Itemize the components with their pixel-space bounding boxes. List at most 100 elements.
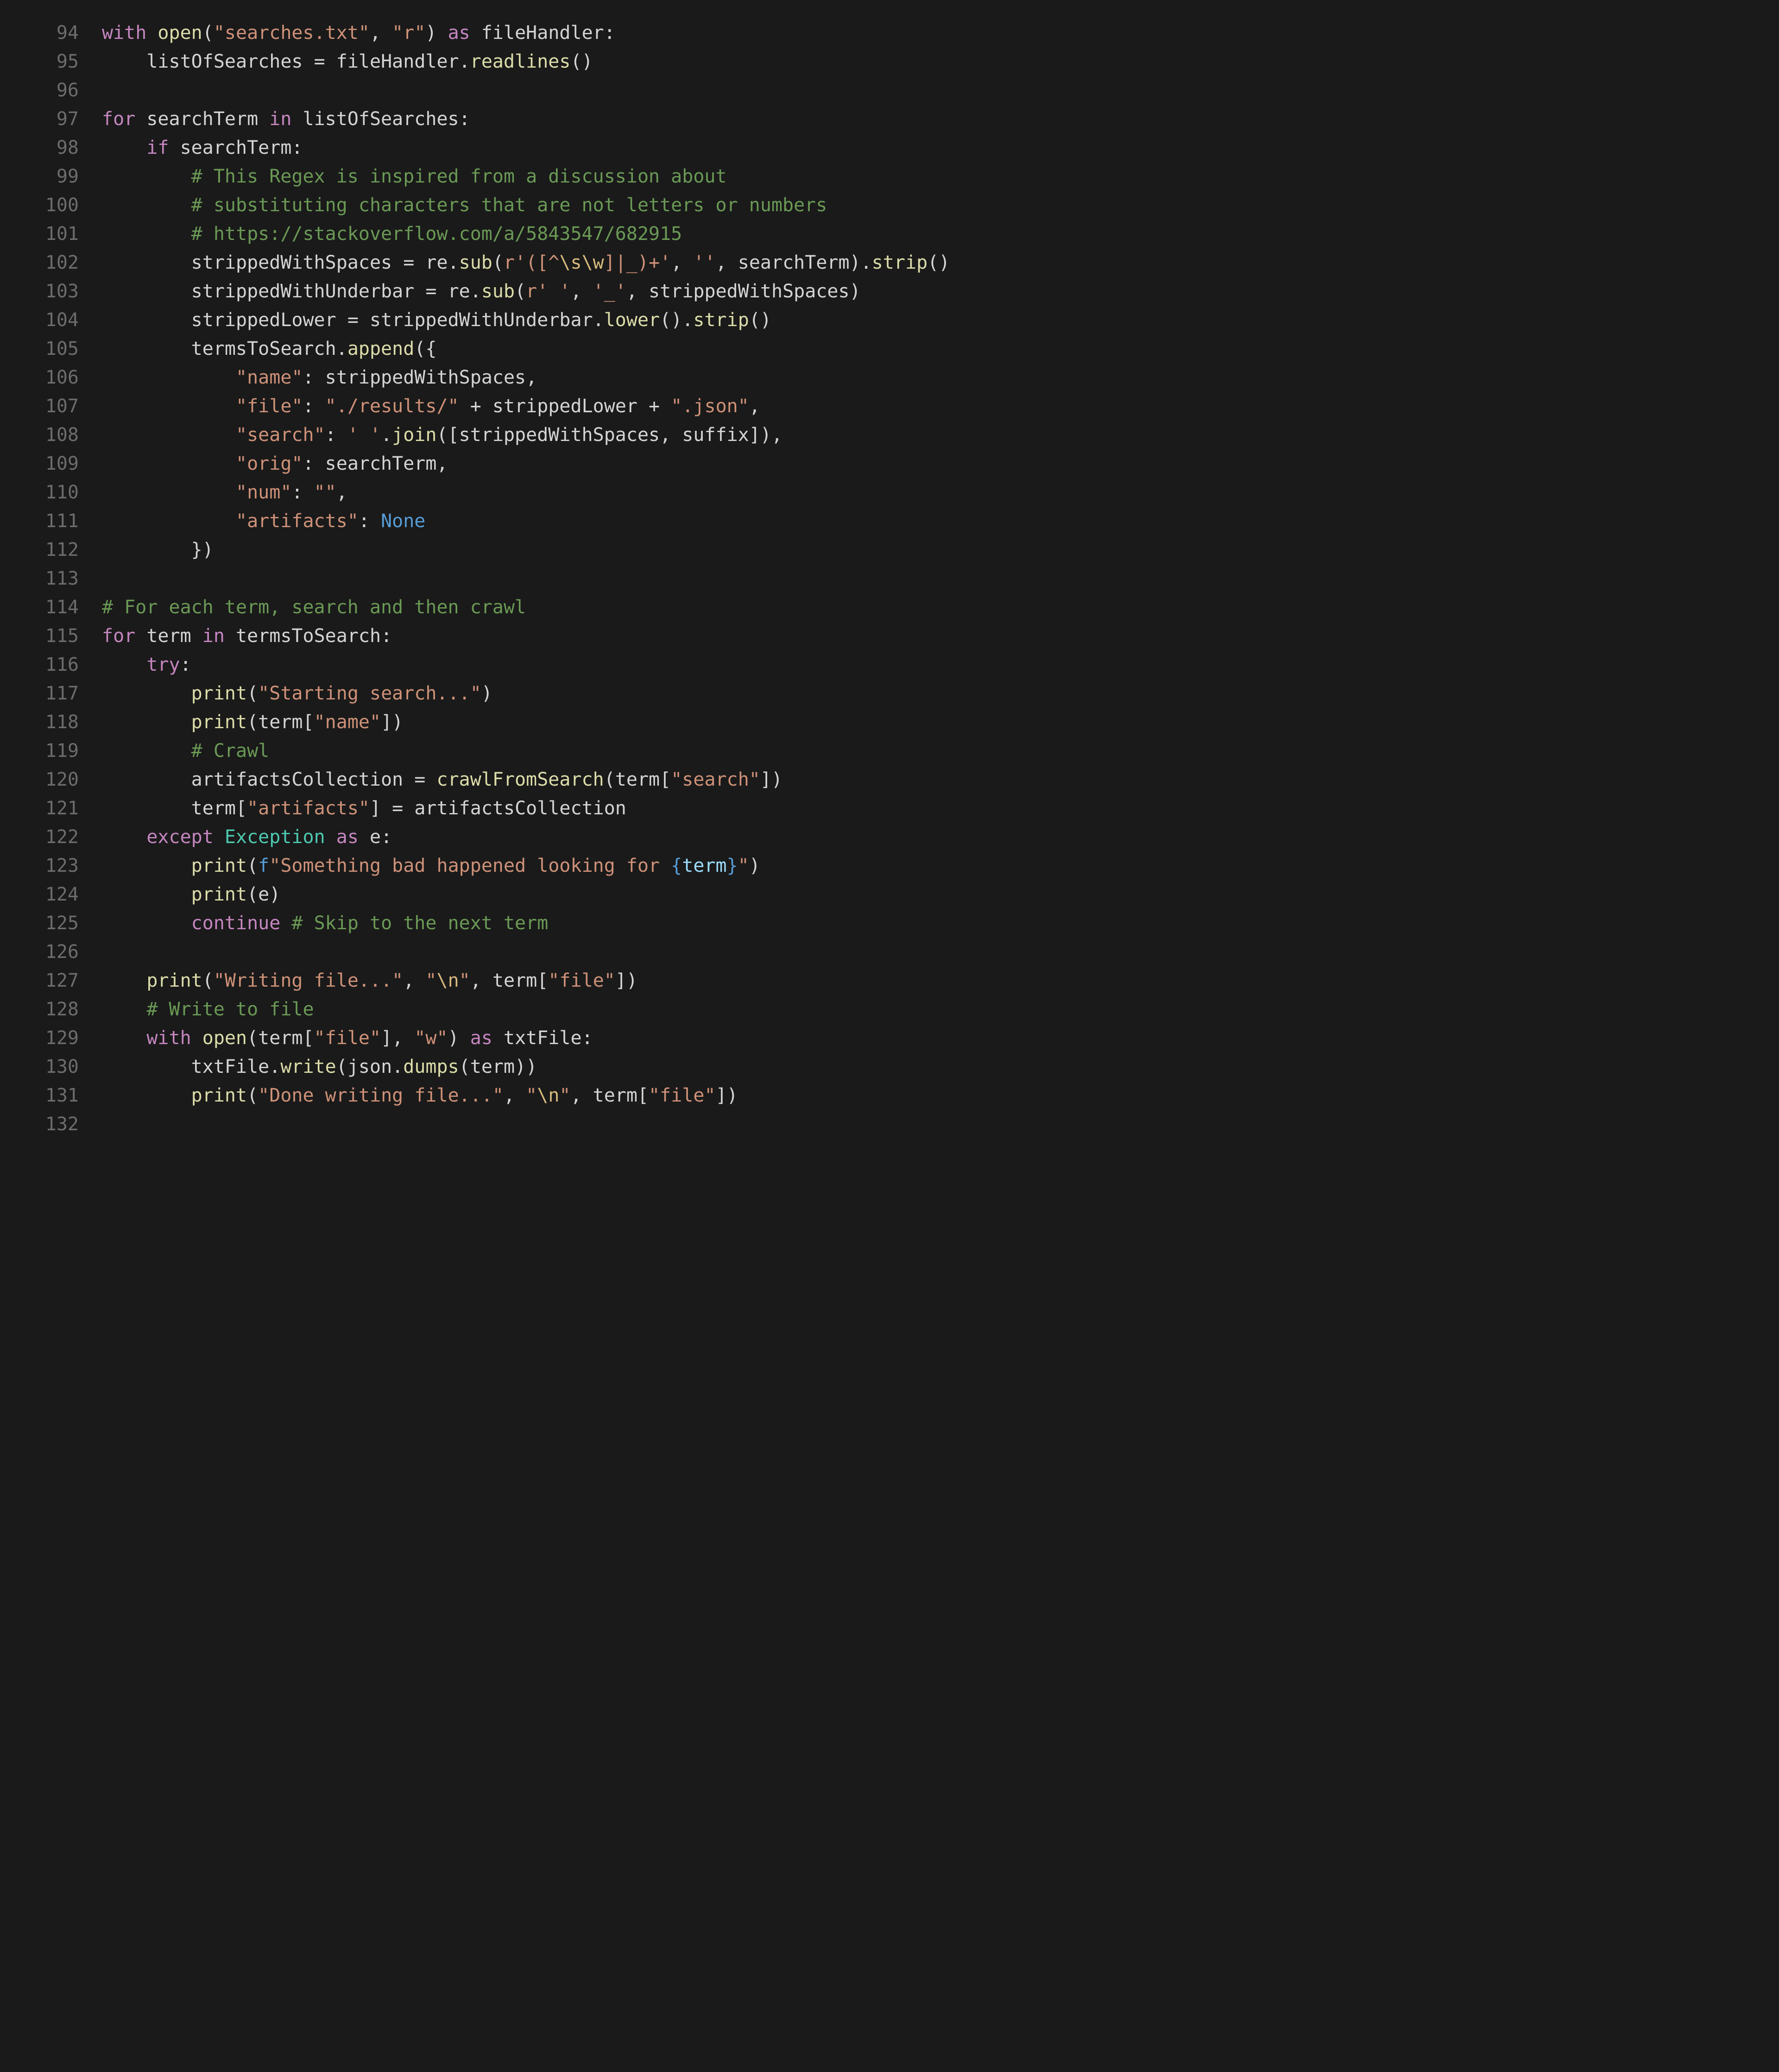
code-line[interactable]: 117 print("Starting search...") bbox=[19, 679, 1751, 708]
code-line[interactable]: 100 # substituting characters that are n… bbox=[19, 191, 1751, 220]
code-line[interactable]: 129 with open(term["file"], "w") as txtF… bbox=[19, 1024, 1751, 1052]
code-line[interactable]: 122 except Exception as e: bbox=[19, 823, 1751, 851]
code-content[interactable]: # substituting characters that are not l… bbox=[102, 191, 827, 220]
code-content[interactable]: # This Regex is inspired from a discussi… bbox=[102, 162, 727, 191]
code-content[interactable]: with open("searches.txt", "r") as fileHa… bbox=[102, 19, 615, 47]
code-content[interactable]: print("Done writing file...", "\n", term… bbox=[102, 1081, 738, 1110]
code-content[interactable]: # Write to file bbox=[102, 995, 314, 1024]
code-line[interactable]: 96 bbox=[19, 76, 1751, 105]
token-pl: re. bbox=[436, 281, 481, 302]
token-pl: fileHandler. bbox=[325, 51, 470, 72]
code-line[interactable]: 120 artifactsCollection = crawlFromSearc… bbox=[19, 765, 1751, 794]
code-line[interactable]: 124 print(e) bbox=[19, 880, 1751, 909]
token-esc: \n bbox=[437, 970, 459, 991]
code-line[interactable]: 94with open("searches.txt", "r") as file… bbox=[19, 19, 1751, 47]
line-number: 132 bbox=[19, 1110, 102, 1139]
code-line[interactable]: 130 txtFile.write(json.dumps(term)) bbox=[19, 1052, 1751, 1081]
code-content[interactable]: termsToSearch.append({ bbox=[102, 334, 436, 363]
line-number: 97 bbox=[19, 105, 102, 133]
token-kw: as bbox=[470, 1027, 504, 1049]
code-content[interactable]: txtFile.write(json.dumps(term)) bbox=[102, 1052, 537, 1081]
code-editor[interactable]: 94with open("searches.txt", "r") as file… bbox=[0, 0, 1779, 1157]
code-line[interactable]: 125 continue # Skip to the next term bbox=[19, 909, 1751, 938]
code-line[interactable]: 112 }) bbox=[19, 535, 1751, 564]
code-content[interactable]: print(f"Something bad happened looking f… bbox=[102, 851, 760, 880]
code-line[interactable]: 113 bbox=[19, 564, 1751, 593]
code-content[interactable]: "orig": searchTerm, bbox=[102, 449, 448, 478]
code-content[interactable]: # Crawl bbox=[102, 737, 269, 765]
code-content[interactable]: }) bbox=[102, 535, 214, 564]
token-pl: ], bbox=[381, 1027, 414, 1049]
code-line[interactable]: 114# For each term, search and then craw… bbox=[19, 593, 1751, 622]
code-content[interactable]: with open(term["file"], "w") as txtFile: bbox=[102, 1024, 593, 1052]
code-content[interactable]: strippedWithUnderbar = re.sub(r' ', '_',… bbox=[102, 277, 861, 306]
code-line[interactable]: 106 "name": strippedWithSpaces, bbox=[19, 363, 1751, 392]
token-pl: (term)) bbox=[459, 1056, 537, 1077]
code-line[interactable]: 131 print("Done writing file...", "\n", … bbox=[19, 1081, 1751, 1110]
token-pl: strippedWithUnderbar. bbox=[359, 309, 604, 331]
line-number: 110 bbox=[19, 478, 102, 507]
code-content[interactable]: print(e) bbox=[102, 880, 280, 909]
code-content[interactable]: "search": ' '.join([strippedWithSpaces, … bbox=[102, 421, 782, 449]
code-line[interactable]: 104 strippedLower = strippedWithUnderbar… bbox=[19, 306, 1751, 334]
token-str: "file" bbox=[548, 970, 615, 991]
code-line[interactable]: 108 "search": ' '.join([strippedWithSpac… bbox=[19, 421, 1751, 449]
token-cm: # This Regex is inspired from a discussi… bbox=[191, 166, 727, 187]
code-content[interactable]: listOfSearches = fileHandler.readlines() bbox=[102, 47, 593, 76]
code-line[interactable]: 98 if searchTerm: bbox=[19, 133, 1751, 162]
token-pl: (e) bbox=[247, 884, 280, 905]
code-line[interactable]: 110 "num": "", bbox=[19, 478, 1751, 507]
code-line[interactable]: 99 # This Regex is inspired from a discu… bbox=[19, 162, 1751, 191]
code-content[interactable]: print("Writing file...", "\n", term["fil… bbox=[102, 966, 637, 995]
code-line[interactable]: 109 "orig": searchTerm, bbox=[19, 449, 1751, 478]
token-kw: for bbox=[102, 625, 146, 647]
token-kw: if bbox=[146, 137, 180, 158]
code-line[interactable]: 107 "file": "./results/" + strippedLower… bbox=[19, 392, 1751, 421]
code-line[interactable]: 121 term["artifacts"] = artifactsCollect… bbox=[19, 794, 1751, 823]
code-line[interactable]: 97for searchTerm in listOfSearches: bbox=[19, 105, 1751, 133]
code-line[interactable]: 111 "artifacts": None bbox=[19, 507, 1751, 535]
code-line[interactable]: 132 bbox=[19, 1110, 1751, 1139]
code-line[interactable]: 127 print("Writing file...", "\n", term[… bbox=[19, 966, 1751, 995]
code-line[interactable]: 126 bbox=[19, 938, 1751, 966]
code-line[interactable]: 116 try: bbox=[19, 650, 1751, 679]
code-content[interactable]: "num": "", bbox=[102, 478, 347, 507]
code-content[interactable]: "file": "./results/" + strippedLower + "… bbox=[102, 392, 760, 421]
code-content[interactable]: # For each term, search and then crawl bbox=[102, 593, 526, 622]
code-content[interactable]: continue # Skip to the next term bbox=[102, 909, 548, 938]
code-line[interactable]: 118 print(term["name"]) bbox=[19, 708, 1751, 737]
code-content[interactable]: "artifacts": None bbox=[102, 507, 425, 535]
token-str: r bbox=[526, 281, 537, 302]
code-content[interactable]: except Exception as e: bbox=[102, 823, 392, 851]
code-content[interactable]: strippedWithSpaces = re.sub(r'([^\s\w]|_… bbox=[102, 248, 950, 277]
code-line[interactable]: 95 listOfSearches = fileHandler.readline… bbox=[19, 47, 1751, 76]
token-kw: as bbox=[448, 22, 481, 44]
code-content[interactable]: strippedLower = strippedWithUnderbar.low… bbox=[102, 306, 771, 334]
code-line[interactable]: 128 # Write to file bbox=[19, 995, 1751, 1024]
code-content[interactable]: # https://stackoverflow.com/a/5843547/68… bbox=[102, 220, 682, 248]
code-content[interactable]: if searchTerm: bbox=[102, 133, 303, 162]
code-line[interactable]: 102 strippedWithSpaces = re.sub(r'([^\s\… bbox=[19, 248, 1751, 277]
code-content[interactable]: for searchTerm in listOfSearches: bbox=[102, 105, 470, 133]
token-kw: for bbox=[102, 108, 146, 130]
token-str: "num" bbox=[236, 482, 291, 503]
code-line[interactable]: 115for term in termsToSearch: bbox=[19, 622, 1751, 650]
token-pl: : bbox=[359, 510, 381, 532]
token-pl: ]) bbox=[381, 712, 403, 733]
code-line[interactable]: 119 # Crawl bbox=[19, 737, 1751, 765]
code-line[interactable]: 103 strippedWithUnderbar = re.sub(r' ', … bbox=[19, 277, 1751, 306]
token-str: '' bbox=[693, 252, 715, 273]
code-line[interactable]: 101 # https://stackoverflow.com/a/584354… bbox=[19, 220, 1751, 248]
code-content[interactable]: print(term["name"]) bbox=[102, 708, 403, 737]
code-content[interactable]: try: bbox=[102, 650, 191, 679]
code-content[interactable]: "name": strippedWithSpaces, bbox=[102, 363, 537, 392]
token-pl: : bbox=[325, 424, 347, 446]
code-content[interactable]: artifactsCollection = crawlFromSearch(te… bbox=[102, 765, 782, 794]
code-content[interactable]: for term in termsToSearch: bbox=[102, 622, 392, 650]
token-kw: in bbox=[202, 625, 236, 647]
code-content[interactable]: term["artifacts"] = artifactsCollection bbox=[102, 794, 626, 823]
code-line[interactable]: 105 termsToSearch.append({ bbox=[19, 334, 1751, 363]
line-number: 123 bbox=[19, 851, 102, 880]
code-line[interactable]: 123 print(f"Something bad happened looki… bbox=[19, 851, 1751, 880]
code-content[interactable]: print("Starting search...") bbox=[102, 679, 492, 708]
